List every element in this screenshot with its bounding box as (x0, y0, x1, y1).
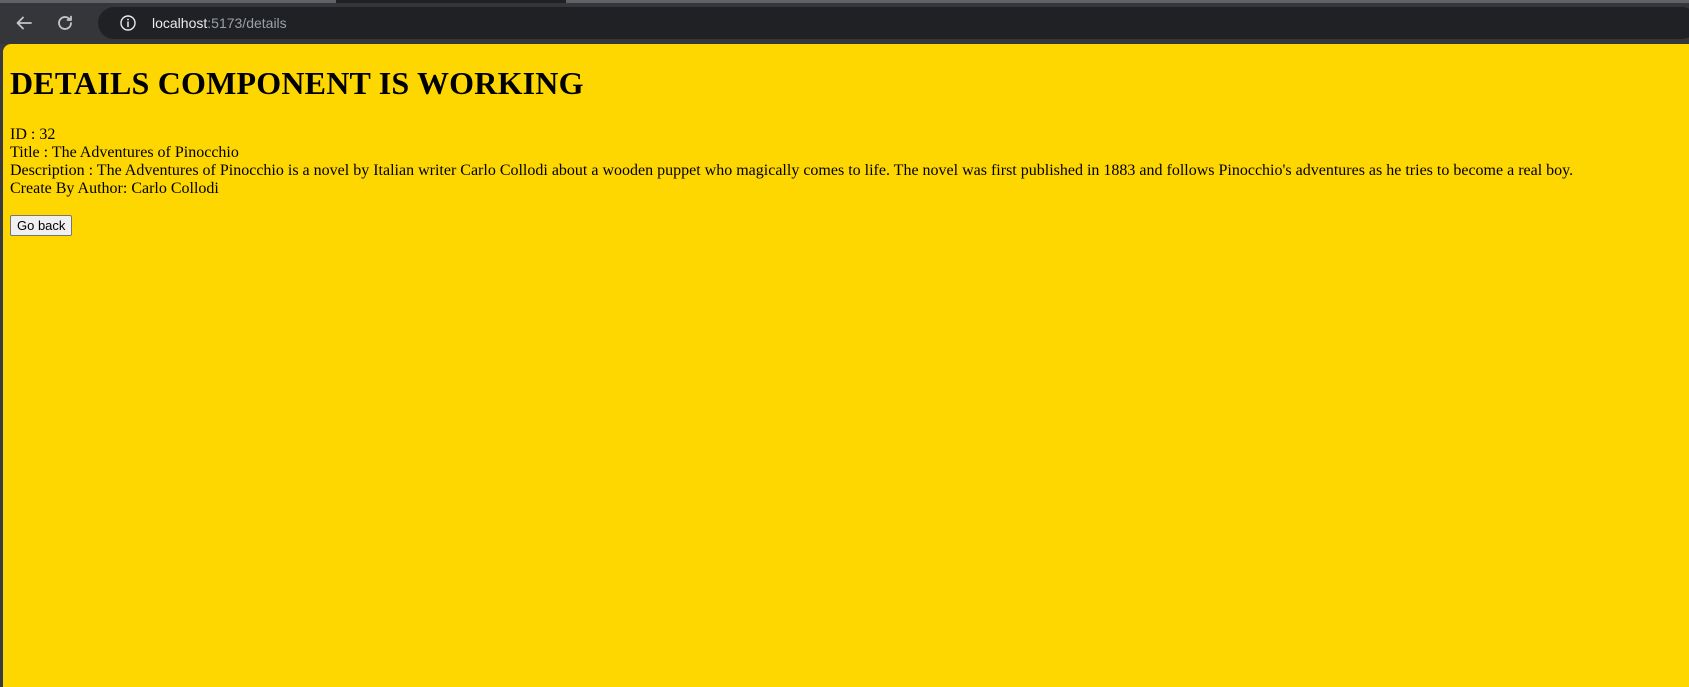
go-back-button[interactable]: Go back (10, 215, 73, 236)
tab-edge-left (0, 0, 336, 3)
browser-toolbar: localhost:5173/details (0, 0, 1689, 44)
back-button[interactable] (8, 9, 40, 37)
book-id: ID : 32 (10, 126, 56, 143)
tab-edge-right (566, 0, 1689, 3)
book-description: Description : The Adventures of Pinocchi… (10, 162, 1574, 179)
page-viewport: DETAILS COMPONENT IS WORKING ID : 32 Tit… (3, 44, 1689, 687)
url-host: localhost (152, 15, 208, 31)
url-text[interactable]: localhost:5173/details (152, 15, 287, 31)
book-title: Title : The Adventures of Pinocchio (10, 144, 239, 161)
url-path: :5173/details (207, 15, 287, 31)
page-title: DETAILS COMPONENT IS WORKING (10, 65, 584, 101)
book-author: Create By Author: Carlo Collodi (10, 180, 219, 197)
reload-button[interactable] (49, 9, 81, 37)
address-bar[interactable]: localhost:5173/details (98, 7, 1689, 39)
reload-icon (55, 13, 75, 33)
arrow-left-icon (14, 13, 34, 33)
details-component: DETAILS COMPONENT IS WORKING ID : 32 Tit… (3, 65, 1689, 236)
info-circle-icon[interactable] (112, 7, 144, 39)
